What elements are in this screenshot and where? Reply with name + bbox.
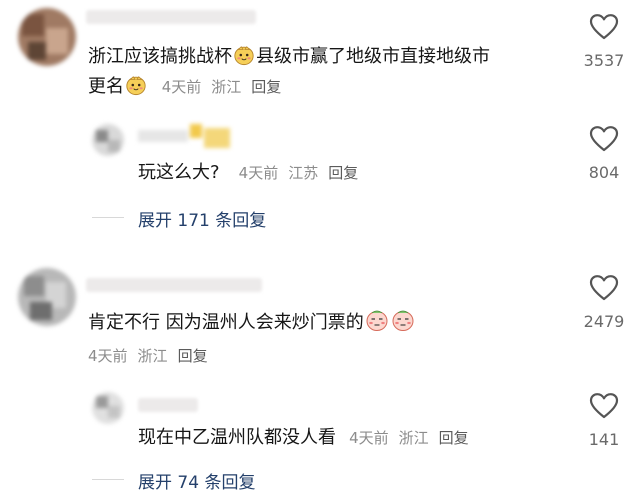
reply-time: 4天前 [349,429,389,447]
username[interactable] [86,278,262,292]
reply-location: 浙江 [398,429,429,447]
like-count: 141 [588,430,620,449]
reply-text: 玩这么大? 4天前 江苏 回复 [138,162,359,183]
reply-text: 现在中乙温州队都没人看 4天前 浙江 回复 [138,427,469,448]
comment-meta: 4天前 浙江 回复 [88,345,218,366]
reply-button[interactable]: 回复 [178,347,208,365]
smiling-face-emoji [391,308,415,332]
comment-time: 4天前 [161,78,202,96]
heart-outline-icon [589,392,619,420]
like-button[interactable]: 3537 [574,13,634,70]
username[interactable] [86,10,256,24]
reply-time: 4天前 [238,164,279,182]
heart-outline-icon [589,274,619,302]
like-count: 804 [588,163,620,182]
smiling-face-emoji [365,308,389,332]
like-button[interactable]: 804 [574,125,634,182]
reply-button[interactable]: 回复 [251,78,281,96]
reply-location: 江苏 [288,164,319,182]
like-button[interactable]: 2479 [574,274,634,331]
reply-button[interactable]: 回复 [439,429,469,447]
avatar[interactable] [18,8,76,66]
reply-username[interactable] [138,124,238,154]
divider [92,479,124,480]
comment-location: 浙江 [211,78,242,96]
like-count: 3537 [583,51,625,70]
reply-avatar[interactable] [92,392,124,424]
comment-text: 肯定不行 因为温州人会来炒门票的 [88,308,416,336]
smiling-face-emoji [233,44,255,66]
comment-time: 4天前 [88,347,128,365]
reply-button[interactable]: 回复 [328,164,358,182]
heart-outline-icon [589,13,619,41]
comment-text: 浙江应该搞挑战杯 县级市赢了地级市直接地级市 更名 4天前 浙江 回复 [88,44,490,97]
avatar[interactable] [18,268,76,326]
comment-location: 浙江 [137,347,168,365]
like-button[interactable]: 141 [574,392,634,449]
expand-replies-button[interactable]: 展开 171 条回复 [138,206,266,231]
divider [92,217,124,218]
reply-username[interactable] [138,398,198,412]
heart-outline-icon [589,125,619,153]
reply-avatar[interactable] [92,124,124,156]
expand-replies-button[interactable]: 展开 74 条回复 [138,468,255,493]
smiling-face-emoji [125,74,147,96]
like-count: 2479 [583,312,625,331]
